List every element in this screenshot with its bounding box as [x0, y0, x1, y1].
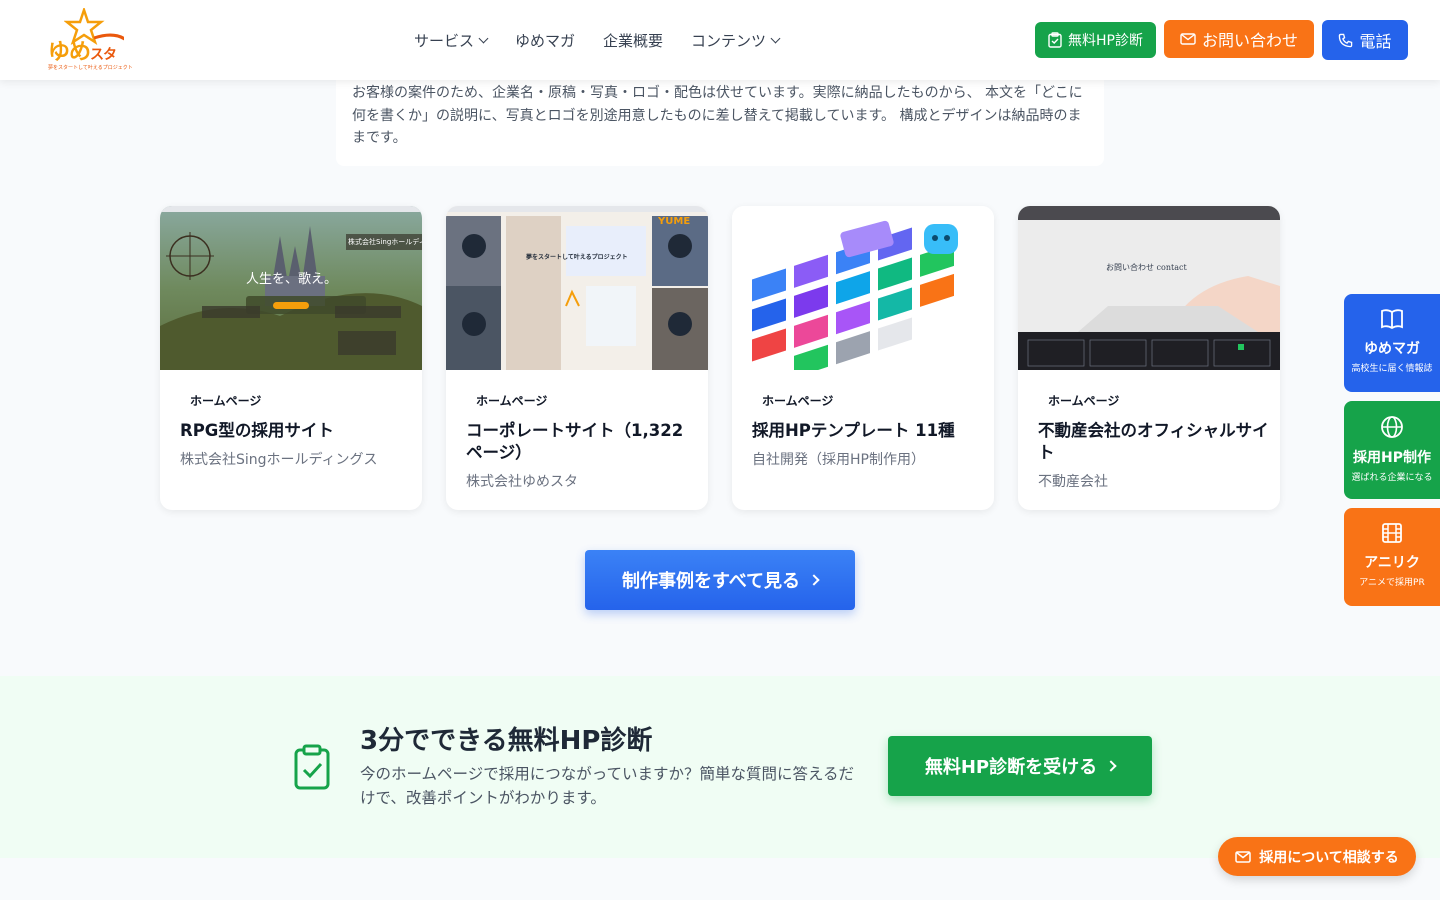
work-card-rpg[interactable]: 人生を、歌え。 株式会社Singホールディングス ホームページ RPG型の採用サ… — [160, 206, 422, 510]
globe-icon — [1381, 416, 1403, 438]
card-company: 不動産会社 — [1038, 474, 1108, 490]
work-card-corporate[interactable]: 夢をスタートして叶えるプロジェクト YUME ホームページ コーポレートサイト（… — [446, 206, 708, 510]
card-image-corner-label: YUME — [658, 216, 691, 227]
card-company: 自社開発（採用HP制作用） — [752, 452, 925, 468]
side-tab-sub: 高校生に届く情報誌 — [1351, 364, 1433, 374]
phone-icon — [1339, 33, 1353, 47]
view-all-works-button[interactable]: 制作事例をすべて見る — [585, 550, 855, 610]
castle-map-illustration — [160, 206, 422, 370]
templates-illustration — [752, 220, 958, 370]
contact-button[interactable]: お問い合わせ — [1164, 20, 1314, 58]
card-tag: ホームページ — [190, 394, 262, 408]
nav-item-contents[interactable]: コンテンツ — [691, 30, 781, 51]
card-image-caption: お問い合わせ contact — [1106, 263, 1187, 272]
side-tab-anireku[interactable]: アニリク アニメで採用PR — [1344, 508, 1440, 606]
consult-floating-button[interactable]: 採用について相談する — [1218, 837, 1416, 876]
chevron-down-icon — [770, 33, 781, 44]
site-header: ゆめスタ 夢をスタートして叶えるプロジェクト サービス ゆめマガ 企業概要 コン… — [0, 0, 1440, 80]
phone-button[interactable]: 電話 — [1322, 20, 1408, 60]
side-tab-sub: 選ばれる企業になる — [1351, 473, 1433, 483]
card-title: RPG型の採用サイト — [180, 421, 334, 440]
side-tab-sub: アニメで採用PR — [1359, 578, 1425, 588]
card-image-corner-label: 株式会社Singホールディングス — [346, 234, 422, 250]
logo[interactable]: ゆめスタ 夢をスタートして叶えるプロジェクト — [44, 8, 144, 72]
card-title: 採用HPテンプレート 11種 — [752, 421, 955, 440]
card-tag: ホームページ — [1048, 394, 1120, 408]
side-tab-label: ゆめマガ — [1364, 341, 1420, 357]
card-thumbnail: お問い合わせ contact — [1018, 206, 1280, 370]
nav-item-yumemaga[interactable]: ゆめマガ — [515, 30, 575, 51]
card-image-caption: 夢をスタートして叶えるプロジェクト — [526, 254, 628, 261]
clipboard-check-icon — [294, 744, 330, 794]
logo-wordmark: ゆめスタ — [48, 40, 117, 65]
corporate-collage-illustration — [446, 206, 708, 370]
card-title: コーポレートサイト（1,322ページ） — [466, 421, 684, 462]
work-card-realestate[interactable]: お問い合わせ contact ホームページ 不動産会社のオフィシャルサイト 不動… — [1018, 206, 1280, 510]
card-tag: ホームページ — [762, 394, 834, 408]
card-image-caption: 人生を、歌え。 — [246, 272, 338, 287]
clipboard-check-icon — [1048, 32, 1062, 48]
side-tab-label: アニリク — [1364, 555, 1420, 571]
start-diagnosis-button[interactable]: 無料HP診断を受ける — [888, 736, 1152, 796]
card-thumbnail: 夢をスタートして叶えるプロジェクト YUME — [446, 206, 708, 370]
card-company: 株式会社Singホールディングス — [180, 452, 378, 468]
chevron-right-icon — [1105, 760, 1117, 772]
nav-item-company[interactable]: 企業概要 — [603, 30, 663, 51]
side-tab-label: 採用HP制作 — [1353, 450, 1431, 466]
side-tab-recruit-hp[interactable]: 採用HP制作 選ばれる企業になる — [1344, 401, 1440, 499]
free-diagnosis-button[interactable]: 無料HP診断 — [1035, 22, 1156, 58]
card-title: 不動産会社のオフィシャルサイト — [1038, 421, 1269, 462]
card-company: 株式会社ゆめスタ — [466, 474, 578, 490]
chevron-right-icon — [808, 574, 820, 586]
book-icon — [1381, 309, 1403, 330]
mail-icon — [1235, 850, 1251, 863]
nav-item-services[interactable]: サービス — [414, 30, 489, 51]
diagnosis-title: 3分でできる無料HP診断 — [360, 726, 653, 756]
card-thumbnail — [732, 206, 994, 370]
main-nav: サービス ゆめマガ 企業概要 コンテンツ — [414, 30, 781, 51]
contact-page-illustration — [1018, 206, 1280, 370]
mail-icon — [1180, 33, 1196, 45]
film-icon — [1382, 523, 1402, 543]
card-thumbnail: 人生を、歌え。 株式会社Singホールディングス — [160, 206, 422, 370]
logo-tagline: 夢をスタートして叶えるプロジェクト — [48, 65, 133, 71]
work-card-templates[interactable]: ホームページ 採用HPテンプレート 11種 自社開発（採用HP制作用） — [732, 206, 994, 510]
side-tab-yumemaga[interactable]: ゆめマガ 高校生に届く情報誌 — [1344, 294, 1440, 392]
card-tag: ホームページ — [476, 394, 548, 408]
chevron-down-icon — [478, 33, 489, 44]
diagnosis-description: 今のホームページで採用につながっていますか？簡単な質問に答えるだけで、改善ポイン… — [360, 765, 854, 807]
